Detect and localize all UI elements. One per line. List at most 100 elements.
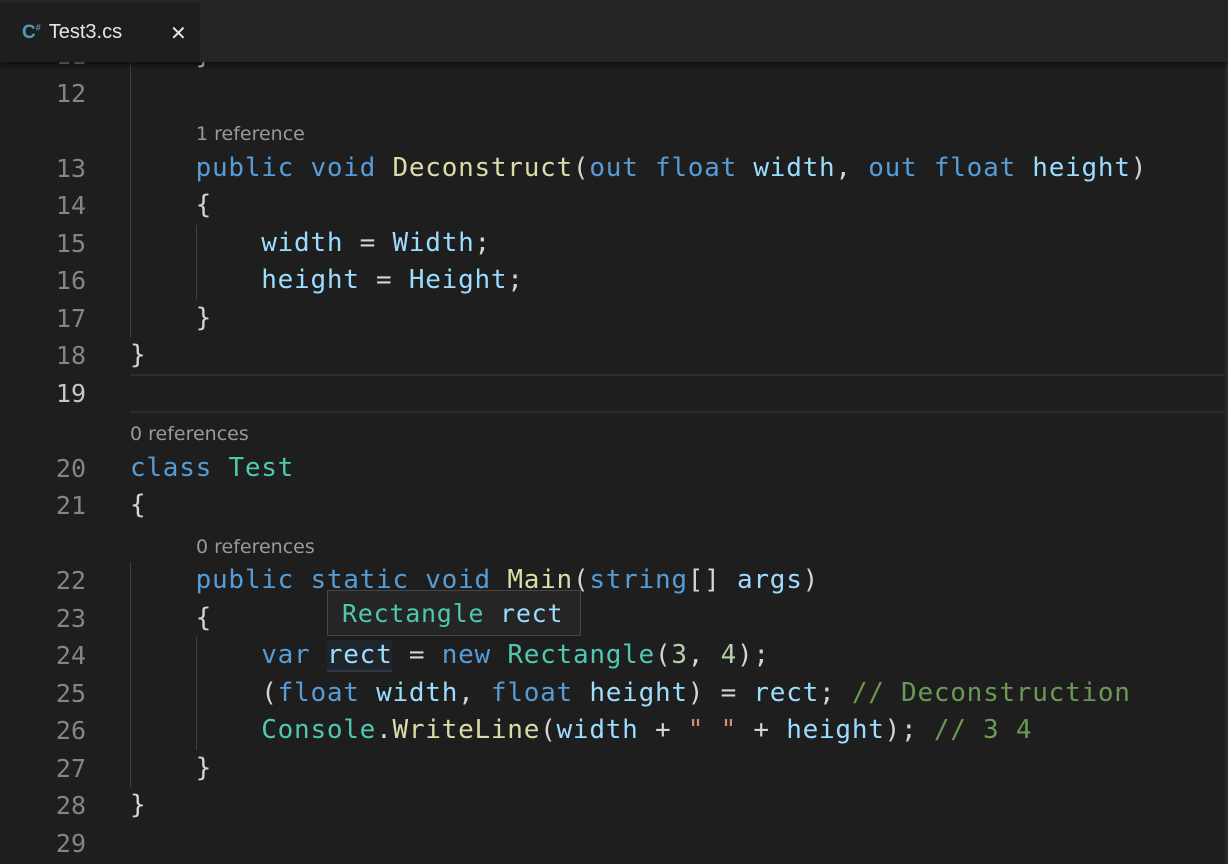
code-text[interactable]: (float width, float height) = rect; // D… bbox=[130, 675, 1131, 713]
code-token: = bbox=[359, 265, 409, 295]
code-token: , bbox=[835, 152, 869, 183]
line-number: 21 bbox=[55, 491, 86, 520]
code-line: 16 height = Height; bbox=[0, 262, 1228, 300]
code-line: 15 width = Width; bbox=[0, 225, 1228, 263]
tab-label: Test3.cs bbox=[48, 21, 123, 43]
code-text[interactable]: } bbox=[130, 750, 212, 788]
code-token: width bbox=[261, 227, 344, 258]
indent-guide bbox=[196, 637, 197, 750]
code-text[interactable]: var rect = new Rectangle(3, 4); bbox=[130, 637, 770, 675]
code-token: out bbox=[589, 152, 639, 183]
code-token: } bbox=[130, 302, 213, 333]
code-token: // Deconstruction bbox=[851, 677, 1131, 708]
code-token: } bbox=[130, 340, 147, 370]
indent-guide bbox=[196, 224, 197, 300]
code-line: 24 var rect = new Rectangle(3, 4); bbox=[0, 637, 1228, 675]
code-line: 21 { bbox=[0, 487, 1228, 525]
code-token: height bbox=[261, 265, 360, 295]
code-token: width bbox=[376, 677, 459, 708]
code-text[interactable]: class Test bbox=[130, 450, 294, 488]
line-number: 29 bbox=[55, 828, 86, 858]
code-token: [] bbox=[687, 565, 737, 595]
tab-bar: C# Test3.cs ✕ bbox=[0, 0, 1228, 62]
code-token: = bbox=[343, 227, 393, 258]
code-token: Width bbox=[392, 227, 475, 258]
line-number: 19 bbox=[55, 378, 86, 408]
code-text[interactable]: height = Height; bbox=[130, 262, 524, 300]
line-number: 27 bbox=[55, 753, 86, 783]
code-token: args bbox=[736, 565, 803, 595]
code-line: 29 bbox=[0, 825, 1228, 863]
code-token: + bbox=[638, 715, 688, 745]
code-token: Rectangle bbox=[507, 640, 655, 670]
code-token: float bbox=[933, 152, 1016, 183]
code-token: var bbox=[261, 640, 311, 670]
code-line: 17 } bbox=[0, 300, 1228, 338]
code-token: class bbox=[130, 452, 213, 483]
code-token: ); bbox=[884, 715, 934, 745]
code-editor[interactable]: 11 }121 reference13 public void Deconstr… bbox=[0, 37, 1228, 864]
indent-guide bbox=[130, 37, 131, 337]
code-token: float bbox=[277, 677, 360, 708]
code-text[interactable]: width = Width; bbox=[130, 225, 491, 263]
code-token: . bbox=[376, 715, 393, 745]
csharp-file-icon: C# bbox=[22, 21, 41, 43]
code-line: 18} bbox=[0, 337, 1228, 375]
code-text[interactable]: { bbox=[130, 487, 146, 525]
code-text[interactable]: } bbox=[130, 787, 146, 825]
code-token: = bbox=[392, 640, 442, 670]
code-text[interactable]: { bbox=[130, 187, 212, 225]
line-number: 16 bbox=[55, 266, 86, 295]
code-token: , bbox=[687, 640, 721, 670]
code-token: public bbox=[195, 152, 295, 183]
code-token: ); bbox=[737, 640, 770, 670]
code-token: ( bbox=[540, 715, 557, 745]
code-line: 12 bbox=[0, 75, 1228, 113]
line-number: 23 bbox=[55, 603, 86, 633]
code-token: , bbox=[458, 677, 491, 708]
code-token: { bbox=[130, 190, 213, 220]
code-token: out bbox=[868, 152, 918, 183]
code-line: 20 class Test bbox=[0, 450, 1228, 488]
code-token: } bbox=[130, 790, 147, 820]
code-text[interactable]: } bbox=[130, 300, 212, 338]
code-line: 22 public static void Main(string[] args… bbox=[0, 562, 1228, 600]
line-number: 13 bbox=[55, 153, 86, 183]
close-icon[interactable]: ✕ bbox=[170, 21, 187, 45]
codelens-row: 1 reference bbox=[0, 112, 1228, 150]
code-token: ; bbox=[507, 265, 524, 295]
tab-test3-cs[interactable]: C# Test3.cs ✕ bbox=[0, 3, 200, 62]
code-line: 23 { bbox=[0, 600, 1228, 638]
code-token: WriteLine bbox=[392, 715, 541, 745]
code-token: } bbox=[130, 752, 213, 783]
codelens-references[interactable]: 1 reference bbox=[196, 116, 305, 154]
codelens-row: 0 references bbox=[0, 412, 1228, 450]
code-text[interactable]: } bbox=[130, 337, 146, 375]
codelens-references[interactable]: 0 references bbox=[196, 529, 315, 567]
code-token: Deconstruct bbox=[392, 152, 573, 183]
code-token: Console bbox=[261, 715, 377, 745]
code-token: 4 bbox=[720, 640, 737, 670]
code-token: void bbox=[310, 152, 377, 183]
codelens-references[interactable]: 0 references bbox=[130, 416, 249, 454]
code-text[interactable]: { bbox=[130, 600, 212, 638]
code-token: ( bbox=[654, 640, 672, 670]
code-text[interactable]: public void Deconstruct(out float width,… bbox=[130, 150, 1147, 188]
code-token: // 3 4 bbox=[933, 715, 1033, 745]
code-text[interactable]: Console.WriteLine(width + " " + height);… bbox=[130, 712, 1032, 750]
line-number: 26 bbox=[55, 716, 86, 745]
code-line: 25 (float width, float height) = rect; /… bbox=[0, 675, 1228, 713]
code-token: new bbox=[441, 640, 491, 670]
code-token: 3 bbox=[671, 640, 688, 670]
line-number: 12 bbox=[55, 78, 86, 108]
codelens-row: 0 references bbox=[0, 525, 1228, 563]
code-token: public bbox=[195, 565, 295, 595]
code-line: 19 bbox=[0, 375, 1228, 413]
code-token: ) = bbox=[687, 677, 754, 708]
